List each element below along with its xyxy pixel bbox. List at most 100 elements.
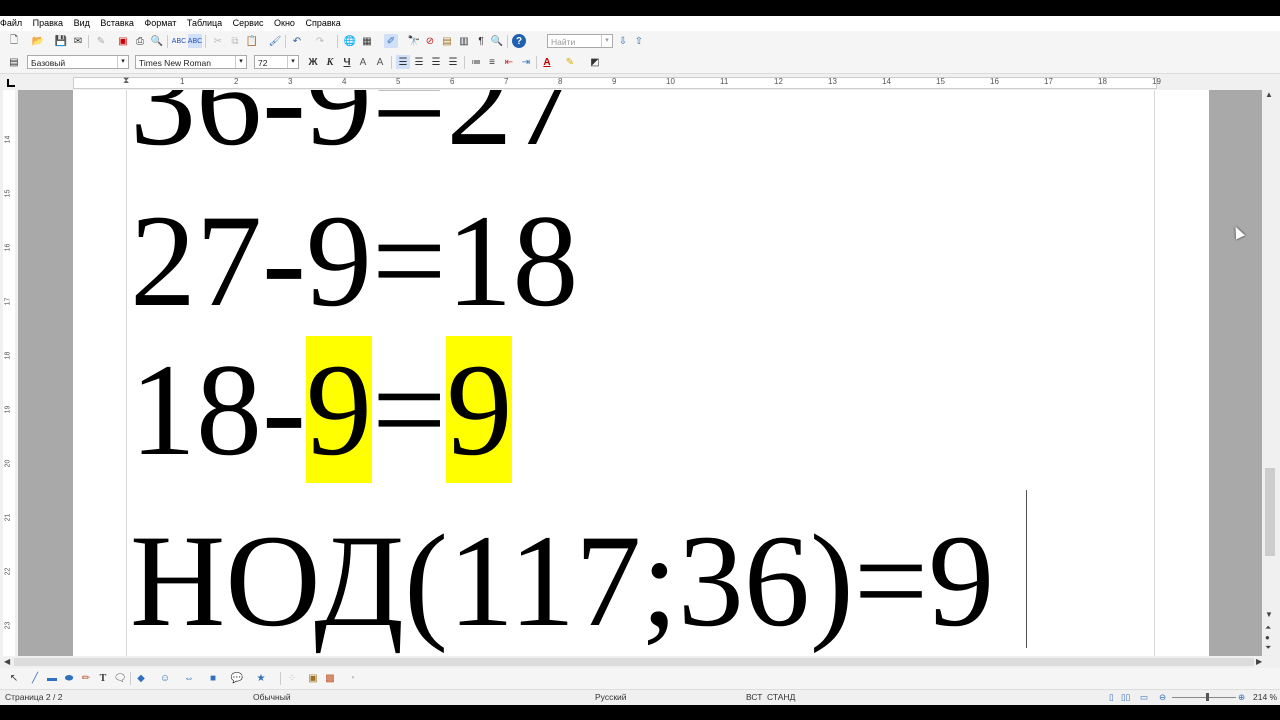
document-page[interactable]: 36-9=27 27-9=18 18-9=9 НОД(117;36)=9: [73, 90, 1209, 656]
find-previous-icon[interactable]: ⇧: [632, 34, 646, 48]
chevron-down-icon[interactable]: ▾: [117, 56, 128, 68]
chevron-down-icon[interactable]: ▾: [601, 35, 612, 47]
menu-insert[interactable]: Вставка: [100, 16, 133, 31]
navigate-icon[interactable]: ●: [1265, 633, 1270, 642]
chevron-down-icon[interactable]: ▾: [287, 56, 298, 68]
menu-format[interactable]: Формат: [144, 16, 176, 31]
menu-view[interactable]: Вид: [74, 16, 90, 31]
points-icon[interactable]: ⁘: [285, 671, 299, 685]
font-size-select[interactable]: 72 ▾: [254, 55, 299, 69]
superscript-icon[interactable]: A: [356, 55, 370, 69]
single-page-view-icon[interactable]: ▯: [1109, 692, 1114, 703]
font-color-icon[interactable]: A: [540, 55, 554, 69]
gallery-icon[interactable]: ▤: [440, 34, 454, 48]
hyperlink-icon[interactable]: 🌐: [343, 34, 357, 48]
page-style[interactable]: Обычный: [253, 692, 291, 702]
new-document-icon[interactable]: 🗋: [7, 34, 21, 48]
multi-page-view-icon[interactable]: ▯▯: [1121, 692, 1130, 703]
align-left-icon[interactable]: ☰: [396, 55, 410, 69]
callout-icon[interactable]: 🗨: [113, 671, 127, 685]
paragraph-style-select[interactable]: Базовый ▾: [27, 55, 129, 69]
spellcheck-icon[interactable]: ABC: [172, 34, 186, 48]
print-icon[interactable]: ⎙: [133, 34, 147, 48]
help-icon[interactable]: ?: [512, 34, 526, 48]
text-line-3[interactable]: 18-9=9: [130, 336, 513, 483]
edit-mode-icon[interactable]: ✎: [94, 34, 108, 48]
symbol-shapes-icon[interactable]: ☺: [158, 671, 172, 685]
align-center-icon[interactable]: ☰: [412, 55, 426, 69]
scrollbar-thumb[interactable]: [14, 658, 1254, 666]
menu-window[interactable]: Окно: [274, 16, 295, 31]
fontwork-icon[interactable]: ▣: [306, 671, 320, 685]
align-right-icon[interactable]: ☰: [429, 55, 443, 69]
menu-table[interactable]: Таблица: [187, 16, 222, 31]
previous-page-icon[interactable]: ⏶: [1265, 623, 1271, 633]
zoom-out-icon[interactable]: ⊖: [1159, 692, 1166, 703]
justify-icon[interactable]: ☰: [446, 55, 460, 69]
scroll-down-icon[interactable]: ▼: [1265, 610, 1273, 619]
next-page-icon[interactable]: ⏷: [1265, 643, 1271, 653]
data-sources-icon[interactable]: ▥: [457, 34, 471, 48]
stars-icon[interactable]: ★: [254, 671, 268, 685]
menu-edit[interactable]: Правка: [33, 16, 63, 31]
menu-help[interactable]: Справка: [305, 16, 340, 31]
find-input[interactable]: Найти ▾: [547, 34, 613, 48]
highlighting-icon[interactable]: ✎: [563, 55, 577, 69]
freeform-icon[interactable]: ✏: [79, 671, 93, 685]
bold-button[interactable]: Ж: [306, 55, 320, 69]
scrollbar-thumb[interactable]: [1265, 468, 1275, 556]
increase-indent-icon[interactable]: ⇥: [519, 55, 533, 69]
clone-formatting-icon[interactable]: 🖌: [268, 34, 282, 48]
flowchart-icon[interactable]: ■: [206, 671, 220, 685]
scroll-right-icon[interactable]: ▶: [1256, 657, 1262, 666]
zoom-icon[interactable]: 🔍: [490, 34, 504, 48]
select-pointer-icon[interactable]: ↖: [7, 671, 21, 685]
styles-icon[interactable]: ▤: [7, 55, 21, 69]
text-box-icon[interactable]: T: [96, 671, 110, 685]
cut-icon[interactable]: ✂: [211, 34, 225, 48]
undo-icon[interactable]: ↶: [290, 34, 304, 48]
redo-icon[interactable]: ↷: [313, 34, 327, 48]
text-line-1[interactable]: 36-9=27: [130, 90, 578, 166]
open-folder-icon[interactable]: 📂: [31, 34, 45, 48]
draw-functions-icon[interactable]: ✐: [384, 34, 398, 48]
book-view-icon[interactable]: ▭: [1140, 692, 1148, 703]
callouts-icon[interactable]: 💬: [230, 671, 244, 685]
vertical-scrollbar[interactable]: ▲ ▼ ⏶ ● ⏷: [1262, 90, 1280, 656]
zoom-in-icon[interactable]: ⊕: [1238, 692, 1245, 703]
ellipse-icon[interactable]: ⬬: [62, 671, 76, 685]
copy-icon[interactable]: ⧉: [228, 34, 242, 48]
scroll-up-icon[interactable]: ▲: [1265, 90, 1273, 99]
text-line-4[interactable]: НОД(117;36)=9: [130, 515, 994, 647]
from-file-icon[interactable]: ▩: [323, 671, 337, 685]
zoom-level[interactable]: 214 %: [1253, 692, 1277, 702]
paste-icon[interactable]: 📋: [245, 34, 259, 48]
language-status[interactable]: Русский: [595, 692, 627, 702]
save-icon[interactable]: 💾: [54, 34, 68, 48]
block-arrows-icon[interactable]: ⇔: [182, 671, 196, 685]
zoom-slider[interactable]: [1172, 697, 1236, 698]
email-icon[interactable]: ✉: [71, 34, 85, 48]
extrusion-icon[interactable]: ◔: [345, 671, 359, 685]
menu-tools[interactable]: Сервис: [233, 16, 264, 31]
find-next-icon[interactable]: ⇩: [616, 34, 630, 48]
underline-button[interactable]: Ч: [340, 55, 354, 69]
background-color-icon[interactable]: ◩: [588, 55, 602, 69]
export-pdf-icon[interactable]: ▣: [116, 34, 130, 48]
print-preview-icon[interactable]: 🔍: [150, 34, 164, 48]
decrease-indent-icon[interactable]: ⇤: [502, 55, 516, 69]
line-icon[interactable]: ╱: [28, 671, 42, 685]
subscript-icon[interactable]: A: [373, 55, 387, 69]
zoom-slider-handle[interactable]: [1206, 693, 1209, 701]
page-indicator[interactable]: Страница 2 / 2: [5, 692, 62, 702]
font-name-select[interactable]: Times New Roman ▾: [135, 55, 247, 69]
horizontal-scrollbar[interactable]: ◀ ▶: [0, 656, 1280, 668]
indent-marker-icon[interactable]: ⧗: [123, 75, 129, 86]
numbering-icon[interactable]: ≔: [469, 55, 483, 69]
italic-button[interactable]: К: [323, 55, 337, 69]
text-line-2[interactable]: 27-9=18: [130, 195, 578, 327]
autospellcheck-icon[interactable]: ABC: [188, 34, 202, 48]
find-replace-icon[interactable]: 🔭: [407, 34, 421, 48]
insert-mode[interactable]: ВСТ: [746, 692, 762, 702]
selection-mode[interactable]: СТАНД: [767, 692, 795, 702]
